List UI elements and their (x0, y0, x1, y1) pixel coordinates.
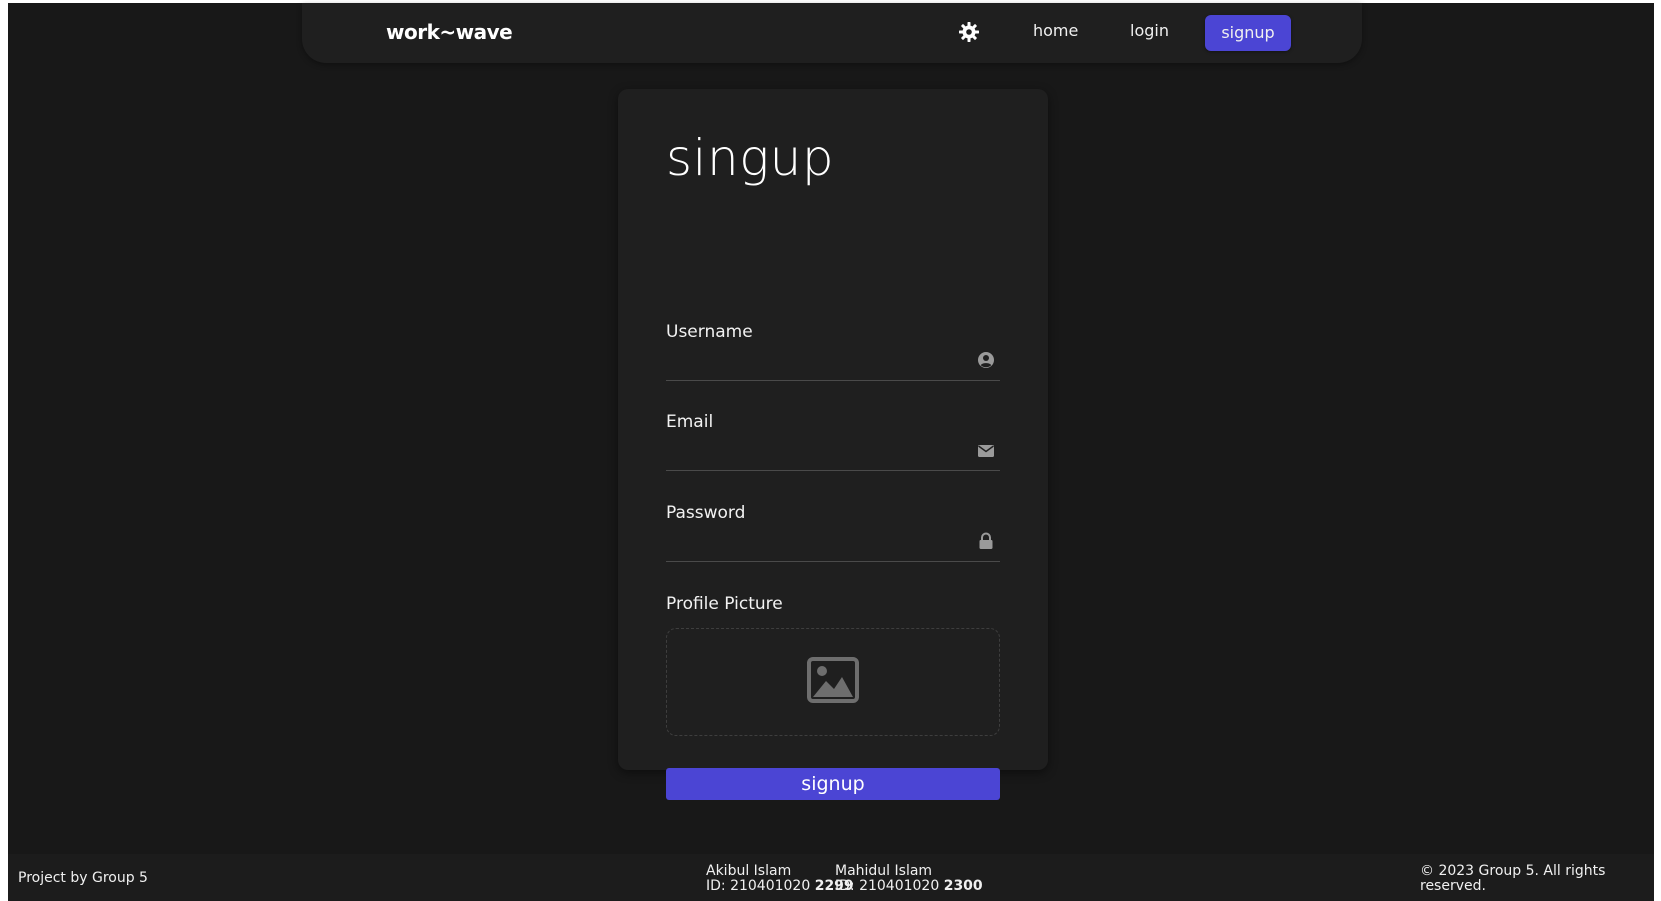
navbar: work~wave home login signup (302, 3, 1362, 63)
gear-icon (959, 22, 979, 42)
signup-card: singup Username Email Password Profile P… (618, 89, 1048, 800)
signup-submit-button[interactable]: signup (666, 768, 1000, 800)
nav-login-link[interactable]: login (1130, 21, 1169, 40)
image-icon (807, 657, 859, 703)
lock-icon (979, 532, 993, 549)
nav-signup-link[interactable]: signup (1205, 15, 1291, 51)
member-name: Mahidul Islam (835, 863, 933, 879)
username-input[interactable] (666, 351, 1000, 381)
member-name: Akibul Islam (706, 863, 792, 879)
password-input[interactable] (666, 532, 1000, 562)
email-input[interactable] (666, 441, 1000, 471)
username-label: Username (666, 322, 753, 342)
member-id-prefix: ID: 210401020 (835, 878, 944, 894)
envelope-icon (978, 445, 994, 457)
footer-copyright: © 2023 Group 5. All rights reserved. (1420, 863, 1606, 894)
member-id-prefix: ID: 210401020 (706, 878, 815, 894)
email-label: Email (666, 412, 714, 432)
password-label: Password (666, 503, 746, 523)
footer-member: Mahidul Islam ID: 210401020 2300 (835, 864, 983, 894)
brand-logo[interactable]: work~wave (386, 20, 513, 44)
member-id: ID: 210401020 2300 (835, 879, 983, 894)
theme-toggle-button[interactable] (957, 20, 981, 44)
footer: Project by Group 5 Akibul Islam ID: 2104… (8, 854, 1654, 901)
nav-home-link[interactable]: home (1033, 21, 1078, 40)
member-id-suffix: 2300 (943, 878, 983, 894)
profile-picture-label: Profile Picture (666, 594, 783, 614)
app-root: work~wave home login signup singup Usern… (8, 3, 1654, 901)
user-circle-icon (978, 352, 994, 368)
member-id: ID: 210401020 2299 (706, 879, 854, 894)
footer-member: Akibul Islam ID: 210401020 2299 (706, 864, 854, 894)
footer-project-credit: Project by Group 5 (18, 870, 148, 886)
profile-picture-upload[interactable] (666, 628, 1000, 736)
page-title: singup (666, 129, 835, 187)
